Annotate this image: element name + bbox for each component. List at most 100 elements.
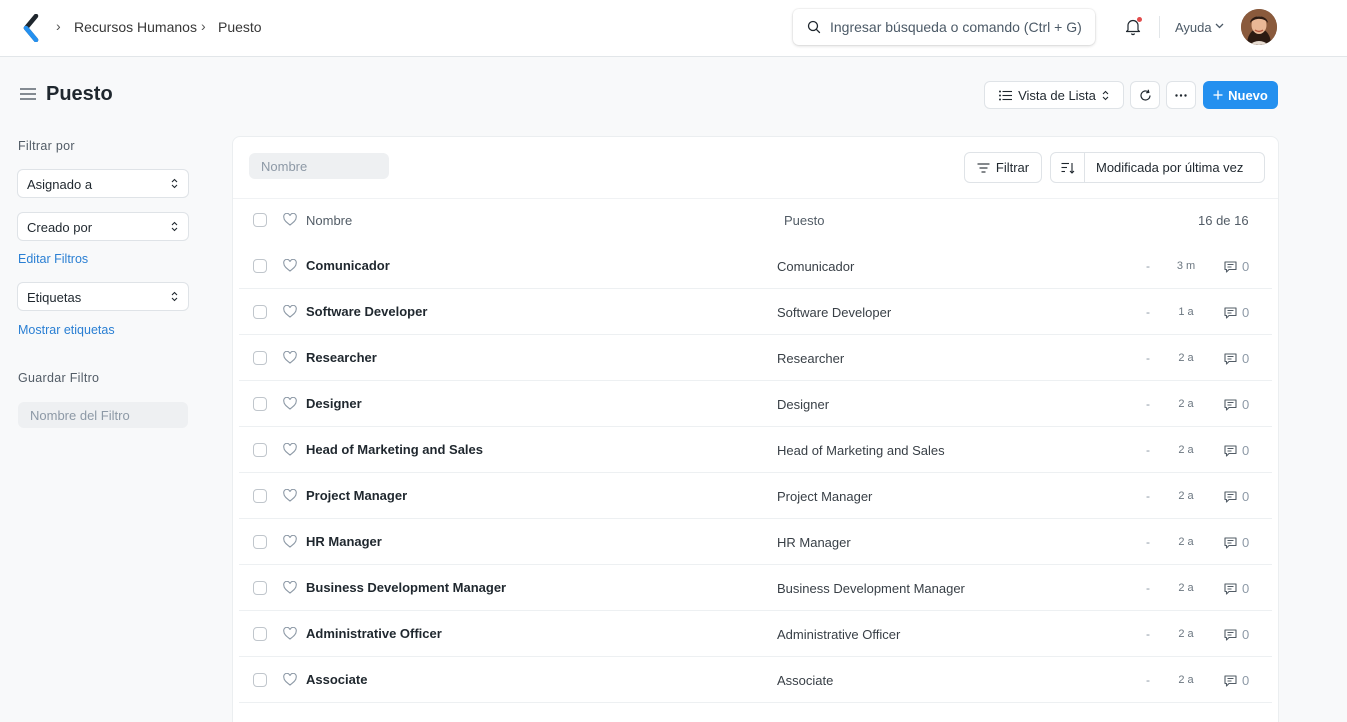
sort-direction-button[interactable] <box>1051 153 1085 182</box>
row-placeholder: - <box>1146 443 1150 457</box>
assigned-to-select[interactable]: Asignado a <box>17 169 189 198</box>
breadcrumb-item-job[interactable]: Puesto <box>218 19 262 35</box>
row-name-link[interactable]: Associate <box>306 672 367 687</box>
search-icon <box>807 20 821 34</box>
row-checkbox[interactable] <box>253 351 267 365</box>
table-row[interactable]: Comunicador Comunicador - 3 m 0 <box>233 243 1278 289</box>
heart-icon[interactable] <box>283 489 297 502</box>
refresh-button[interactable] <box>1130 81 1160 109</box>
row-name-link[interactable]: Project Manager <box>306 488 407 503</box>
heart-icon[interactable] <box>283 397 297 410</box>
table-row[interactable]: Researcher Researcher - 2 a 0 <box>233 335 1278 381</box>
heart-icon[interactable] <box>283 535 297 548</box>
row-placeholder: - <box>1146 535 1150 549</box>
sidebar-toggle-icon[interactable] <box>20 88 36 100</box>
search-bar[interactable] <box>793 9 1095 45</box>
row-comments[interactable]: 0 <box>1224 535 1249 550</box>
row-name-link[interactable]: Comunicador <box>306 258 390 273</box>
row-name-link[interactable]: Designer <box>306 396 362 411</box>
row-comments[interactable]: 0 <box>1224 627 1249 642</box>
comment-icon <box>1224 582 1237 595</box>
comment-icon <box>1224 444 1237 457</box>
row-comments[interactable]: 0 <box>1224 351 1249 366</box>
card-divider <box>233 198 1278 199</box>
row-comments[interactable]: 0 <box>1224 259 1249 274</box>
table-row[interactable]: Software Developer Software Developer - … <box>233 289 1278 335</box>
row-comments[interactable]: 0 <box>1224 673 1249 688</box>
row-checkbox[interactable] <box>253 535 267 549</box>
row-checkbox[interactable] <box>253 627 267 641</box>
table-row[interactable]: Business Development Manager Business De… <box>233 565 1278 611</box>
heart-icon[interactable] <box>283 213 297 226</box>
row-comments[interactable]: 0 <box>1224 581 1249 596</box>
top-navbar: › Recursos Humanos › Puesto Ayuda <box>0 0 1347 57</box>
heart-icon[interactable] <box>283 581 297 594</box>
name-filter-input[interactable] <box>249 153 389 179</box>
filter-name-input[interactable] <box>18 402 188 428</box>
select-arrows-icon <box>171 291 178 302</box>
row-comment-count: 0 <box>1242 305 1250 320</box>
row-placeholder: - <box>1146 351 1150 365</box>
tags-select[interactable]: Etiquetas <box>17 282 189 311</box>
heart-icon[interactable] <box>283 443 297 456</box>
heart-icon[interactable] <box>283 673 297 686</box>
table-row[interactable]: Designer Designer - 2 a 0 <box>233 381 1278 427</box>
row-name-link[interactable]: Researcher <box>306 350 377 365</box>
row-name-link[interactable]: Software Developer <box>306 304 427 319</box>
view-switcher-button[interactable]: Vista de Lista <box>984 81 1124 109</box>
heart-icon[interactable] <box>283 351 297 364</box>
row-comment-count: 0 <box>1242 627 1250 642</box>
user-avatar[interactable] <box>1241 9 1277 45</box>
row-modified-time: 2 a <box>1178 674 1194 686</box>
select-all-checkbox[interactable] <box>253 213 267 227</box>
row-name-link[interactable]: Business Development Manager <box>306 580 506 595</box>
table-row[interactable]: Administrative Officer Administrative Of… <box>233 611 1278 657</box>
row-checkbox[interactable] <box>253 259 267 273</box>
row-job-title: Business Development Manager <box>777 581 965 596</box>
list-card: Filtrar Modificada por última vez Nombre… <box>232 136 1279 722</box>
search-input[interactable] <box>830 17 1085 37</box>
edit-filters-link[interactable]: Editar Filtros <box>18 252 88 266</box>
heart-icon[interactable] <box>283 259 297 272</box>
row-job-title: Head of Marketing and Sales <box>777 443 945 458</box>
row-comments[interactable]: 0 <box>1224 397 1249 412</box>
sort-field-button[interactable]: Modificada por última vez <box>1096 160 1243 175</box>
row-comments[interactable]: 0 <box>1224 443 1249 458</box>
row-checkbox[interactable] <box>253 673 267 687</box>
row-name-link[interactable]: Administrative Officer <box>306 626 442 641</box>
help-menu-button[interactable]: Ayuda <box>1175 20 1212 35</box>
row-checkbox[interactable] <box>253 489 267 503</box>
row-checkbox[interactable] <box>253 397 267 411</box>
table-row[interactable]: HR Manager HR Manager - 2 a 0 <box>233 519 1278 565</box>
new-record-button[interactable]: Nuevo <box>1203 81 1278 109</box>
table-row[interactable]: Project Manager Project Manager - 2 a 0 <box>233 473 1278 519</box>
row-modified-time: 2 a <box>1178 444 1194 456</box>
breadcrumb-chevron-icon: › <box>56 18 61 34</box>
assigned-to-label: Asignado a <box>27 177 93 192</box>
filter-button[interactable]: Filtrar <box>964 152 1042 183</box>
row-checkbox[interactable] <box>253 581 267 595</box>
heart-icon[interactable] <box>283 627 297 640</box>
row-job-title: Software Developer <box>777 305 892 320</box>
row-modified-time: 2 a <box>1178 352 1194 364</box>
table-row[interactable]: Head of Marketing and Sales Head of Mark… <box>233 427 1278 473</box>
heart-icon[interactable] <box>283 305 297 318</box>
row-name-link[interactable]: Head of Marketing and Sales <box>306 442 483 457</box>
table-row[interactable]: Associate Associate - 2 a 0 <box>233 657 1278 703</box>
more-actions-button[interactable] <box>1166 81 1196 109</box>
row-comments[interactable]: 0 <box>1224 489 1249 504</box>
navbar-divider <box>1159 16 1160 38</box>
row-comments[interactable]: 0 <box>1224 305 1249 320</box>
save-filter-heading: Guardar Filtro <box>18 371 100 385</box>
breadcrumb-item-hr[interactable]: Recursos Humanos <box>74 19 197 35</box>
show-tags-link[interactable]: Mostrar etiquetas <box>18 323 115 337</box>
app-logo-icon[interactable] <box>22 14 42 42</box>
plus-icon <box>1213 90 1223 100</box>
row-modified-time: 2 a <box>1178 582 1194 594</box>
row-placeholder: - <box>1146 305 1150 319</box>
row-name-link[interactable]: HR Manager <box>306 534 382 549</box>
row-modified-time: 2 a <box>1178 490 1194 502</box>
created-by-select[interactable]: Creado por <box>17 212 189 241</box>
row-checkbox[interactable] <box>253 305 267 319</box>
row-checkbox[interactable] <box>253 443 267 457</box>
